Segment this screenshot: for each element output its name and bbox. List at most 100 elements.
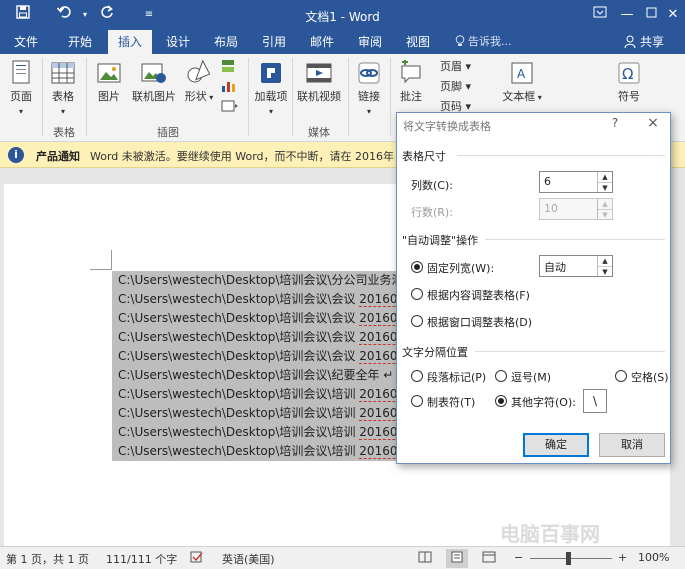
fixed-width-radio[interactable] bbox=[411, 261, 423, 273]
fixed-width-spinner[interactable]: 自动 ▲ ▼ bbox=[539, 255, 613, 277]
document-line[interactable]: C:\Users\westech\Desktop\培训会议\会议 201602 bbox=[118, 309, 400, 328]
spin-up-icon[interactable]: ▲ bbox=[598, 256, 612, 266]
sep-tab-label[interactable]: 制表符(T) bbox=[427, 394, 475, 410]
spin-down-icon[interactable]: ▼ bbox=[598, 182, 612, 192]
section-separator: 文字分隔位置 bbox=[402, 344, 472, 360]
tab-mailings[interactable]: 邮件 bbox=[302, 30, 342, 54]
read-mode-icon[interactable] bbox=[418, 551, 432, 566]
print-layout-icon[interactable] bbox=[446, 549, 468, 568]
zoom-in-button[interactable]: + bbox=[618, 551, 627, 564]
tab-insert[interactable]: 插入 bbox=[108, 30, 152, 54]
page-icon bbox=[12, 60, 30, 84]
section-table-size: 表格尺寸 bbox=[402, 148, 450, 164]
watermark-logo: 电脑百事网 bbox=[500, 522, 600, 546]
autofit-contents-label[interactable]: 根据内容调整表格(F) bbox=[427, 287, 530, 303]
page-button[interactable]: 页面 ▾ bbox=[4, 60, 38, 117]
dialog-close-button[interactable]: × bbox=[644, 115, 662, 131]
document-line[interactable]: C:\Users\westech\Desktop\培训会议\培训 201603 bbox=[118, 423, 400, 442]
shapes-button[interactable]: 形状 ▾ bbox=[182, 60, 216, 104]
symbol-button[interactable]: Ω 符号 bbox=[612, 60, 646, 104]
table-button[interactable]: 表格 ▾ bbox=[46, 60, 80, 117]
notification-title: 产品通知 bbox=[36, 150, 80, 163]
autofit-contents-radio[interactable] bbox=[411, 288, 423, 300]
help-button[interactable]: ? bbox=[607, 116, 623, 130]
spin-down-icon[interactable]: ▼ bbox=[598, 266, 612, 276]
dialog-title: 将文字转换成表格 bbox=[403, 120, 491, 133]
page-count[interactable]: 第 1 页，共 1 页 bbox=[6, 551, 89, 567]
language-status[interactable]: 英语(美国) bbox=[222, 551, 275, 567]
autofit-window-label[interactable]: 根据窗口调整表格(D) bbox=[427, 314, 532, 330]
sep-comma-label[interactable]: 逗号(M) bbox=[511, 369, 551, 385]
document-line[interactable]: C:\Users\westech\Desktop\培训会议\培训 201601 bbox=[118, 385, 400, 404]
fixed-width-label[interactable]: 固定列宽(W): bbox=[427, 260, 494, 276]
tab-file[interactable]: 文件 bbox=[6, 30, 46, 54]
document-line[interactable]: C:\Users\westech\Desktop\培训会议\会议 201601 bbox=[118, 290, 400, 309]
tab-layout[interactable]: 布局 bbox=[206, 30, 246, 54]
sep-tab-radio[interactable] bbox=[411, 395, 423, 407]
header-button[interactable]: 页眉 ▾ bbox=[440, 58, 471, 76]
fixed-width-value: 自动 bbox=[544, 261, 566, 274]
textbox-button[interactable]: A 文本框 ▾ bbox=[502, 60, 542, 104]
web-layout-icon[interactable] bbox=[482, 551, 496, 566]
group-separator bbox=[292, 58, 293, 136]
section-divider bbox=[475, 351, 665, 352]
rows-label: 行数(R): bbox=[411, 206, 453, 219]
chart-icon bbox=[222, 82, 235, 92]
document-line[interactable]: C:\Users\westech\Desktop\培训会议\纪要全年 ↵ bbox=[118, 366, 400, 385]
zoom-level[interactable]: 100% bbox=[638, 551, 669, 564]
tab-references[interactable]: 引用 bbox=[254, 30, 294, 54]
vertical-scrollbar[interactable] bbox=[672, 184, 685, 546]
shapes-icon bbox=[187, 60, 211, 83]
document-line[interactable]: C:\Users\westech\Desktop\培训会议\会议 201604 bbox=[118, 347, 400, 366]
sep-paragraph-radio[interactable] bbox=[411, 370, 423, 382]
document-line[interactable]: C:\Users\westech\Desktop\培训会议\培训 201602 bbox=[118, 404, 400, 423]
ribbon-options-icon[interactable] bbox=[585, 4, 615, 26]
online-picture-button[interactable]: 联机图片 bbox=[128, 60, 180, 104]
spin-up-icon[interactable]: ▲ bbox=[598, 172, 612, 182]
link-button[interactable]: 链接 ▾ bbox=[352, 60, 386, 117]
group-label-table: 表格 bbox=[53, 126, 75, 139]
sep-comma-radio[interactable] bbox=[495, 370, 507, 382]
zoom-slider[interactable] bbox=[530, 558, 612, 559]
cancel-button[interactable]: 取消 bbox=[599, 433, 665, 457]
omega-icon: Ω bbox=[618, 62, 640, 84]
autofit-window-radio[interactable] bbox=[411, 315, 423, 327]
other-char-input[interactable]: \ bbox=[583, 389, 607, 413]
online-video-button[interactable]: 联机视频 bbox=[294, 60, 344, 104]
tab-view[interactable]: 视图 bbox=[398, 30, 438, 54]
tab-home[interactable]: 开始 bbox=[60, 30, 100, 54]
footer-button[interactable]: 页脚 ▾ bbox=[440, 78, 471, 96]
word-count[interactable]: 111/111 个字 bbox=[106, 551, 177, 567]
zoom-slider-thumb[interactable] bbox=[566, 552, 571, 565]
share-button[interactable]: 共享 bbox=[622, 30, 664, 54]
document-line[interactable]: C:\Users\westech\Desktop\培训会议\培训 201604 bbox=[118, 442, 400, 461]
sep-other-label[interactable]: 其他字符(O): bbox=[511, 394, 576, 410]
comment-button[interactable]: 批注 bbox=[394, 60, 428, 104]
screenshot-button[interactable] bbox=[218, 98, 242, 117]
zoom-out-button[interactable]: − bbox=[514, 551, 523, 564]
sep-paragraph-label[interactable]: 段落标记(P) bbox=[427, 369, 486, 385]
tab-review[interactable]: 审阅 bbox=[350, 30, 390, 54]
ok-button[interactable]: 确定 bbox=[523, 433, 589, 457]
tell-me-box[interactable]: 告诉我... bbox=[455, 30, 512, 54]
chart-button[interactable] bbox=[218, 78, 238, 97]
smartart-button[interactable] bbox=[218, 58, 238, 77]
picture-button[interactable]: 图片 bbox=[92, 60, 126, 104]
group-label-media: 媒体 bbox=[308, 126, 330, 139]
tab-design[interactable]: 设计 bbox=[158, 30, 198, 54]
close-icon[interactable]: ✕ bbox=[658, 4, 685, 26]
document-line[interactable]: C:\Users\westech\Desktop\培训会议\会议 201603 bbox=[118, 328, 400, 347]
document-line[interactable]: C:\Users\westech\Desktop\培训会议\分公司业务汇 bbox=[118, 271, 400, 290]
spin-down-icon: ▼ bbox=[598, 209, 612, 219]
sep-space-label[interactable]: 空格(S) bbox=[631, 369, 669, 385]
share-label: 共享 bbox=[640, 35, 665, 49]
title-bar: ▾ ≡ 文档1 - Word — ✕ bbox=[0, 0, 685, 30]
columns-spinner[interactable]: 6 ▲ ▼ bbox=[539, 171, 613, 193]
notification-text: Word 未被激活。要继续使用 Word，而不中断，请在 2016年 bbox=[90, 150, 395, 163]
proofing-icon[interactable] bbox=[190, 551, 204, 566]
window-title: 文档1 - Word bbox=[305, 10, 380, 24]
sep-space-radio[interactable] bbox=[615, 370, 627, 382]
group-label-illustrations: 插图 bbox=[157, 126, 179, 139]
addins-button[interactable]: 加载项 ▾ bbox=[254, 60, 288, 117]
sep-other-radio[interactable] bbox=[495, 395, 507, 407]
